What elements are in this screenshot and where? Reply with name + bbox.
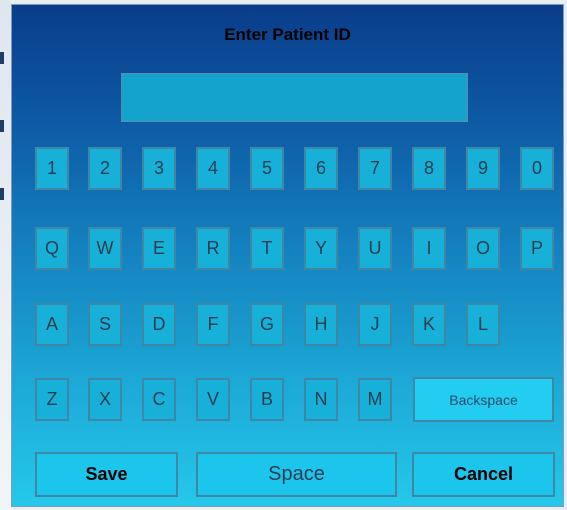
dialog-title: Enter Patient ID xyxy=(224,25,351,44)
key-g[interactable]: G xyxy=(250,303,284,346)
edge-marker xyxy=(0,52,4,64)
key-q[interactable]: Q xyxy=(35,227,69,270)
key-r[interactable]: R xyxy=(196,227,230,270)
edge-marker xyxy=(0,120,4,132)
key-8[interactable]: 8 xyxy=(412,147,446,190)
key-k[interactable]: K xyxy=(412,303,446,346)
key-1[interactable]: 1 xyxy=(35,147,69,190)
space-button[interactable]: Space xyxy=(196,452,397,497)
key-p[interactable]: P xyxy=(520,227,554,270)
backspace-button[interactable]: Backspace xyxy=(413,377,554,422)
key-y[interactable]: Y xyxy=(304,227,338,270)
key-5[interactable]: 5 xyxy=(250,147,284,190)
key-d[interactable]: D xyxy=(142,303,176,346)
key-j[interactable]: J xyxy=(358,303,392,346)
key-0[interactable]: 0 xyxy=(520,147,554,190)
key-f[interactable]: F xyxy=(196,303,230,346)
key-b[interactable]: B xyxy=(250,378,284,421)
key-9[interactable]: 9 xyxy=(466,147,500,190)
patient-id-dialog: Enter Patient ID 1 2 3 4 5 6 7 8 9 0 Q W… xyxy=(11,4,564,507)
key-l[interactable]: L xyxy=(466,303,500,346)
key-4[interactable]: 4 xyxy=(196,147,230,190)
key-m[interactable]: M xyxy=(358,378,392,421)
key-3[interactable]: 3 xyxy=(142,147,176,190)
key-o[interactable]: O xyxy=(466,227,500,270)
cancel-button[interactable]: Cancel xyxy=(412,452,555,497)
key-h[interactable]: H xyxy=(304,303,338,346)
key-v[interactable]: V xyxy=(196,378,230,421)
key-e[interactable]: E xyxy=(142,227,176,270)
key-u[interactable]: U xyxy=(358,227,392,270)
edge-marker xyxy=(0,188,4,200)
key-x[interactable]: X xyxy=(88,378,122,421)
key-s[interactable]: S xyxy=(88,303,122,346)
key-6[interactable]: 6 xyxy=(304,147,338,190)
save-button[interactable]: Save xyxy=(35,452,178,497)
key-z[interactable]: Z xyxy=(35,378,69,421)
patient-id-input[interactable] xyxy=(121,73,468,122)
key-7[interactable]: 7 xyxy=(358,147,392,190)
key-i[interactable]: I xyxy=(412,227,446,270)
background-window-edge xyxy=(0,0,11,510)
key-c[interactable]: C xyxy=(142,378,176,421)
key-a[interactable]: A xyxy=(35,303,69,346)
key-w[interactable]: W xyxy=(88,227,122,270)
window-background: Enter Patient ID 1 2 3 4 5 6 7 8 9 0 Q W… xyxy=(0,0,567,510)
key-n[interactable]: N xyxy=(304,378,338,421)
key-2[interactable]: 2 xyxy=(88,147,122,190)
key-t[interactable]: T xyxy=(250,227,284,270)
